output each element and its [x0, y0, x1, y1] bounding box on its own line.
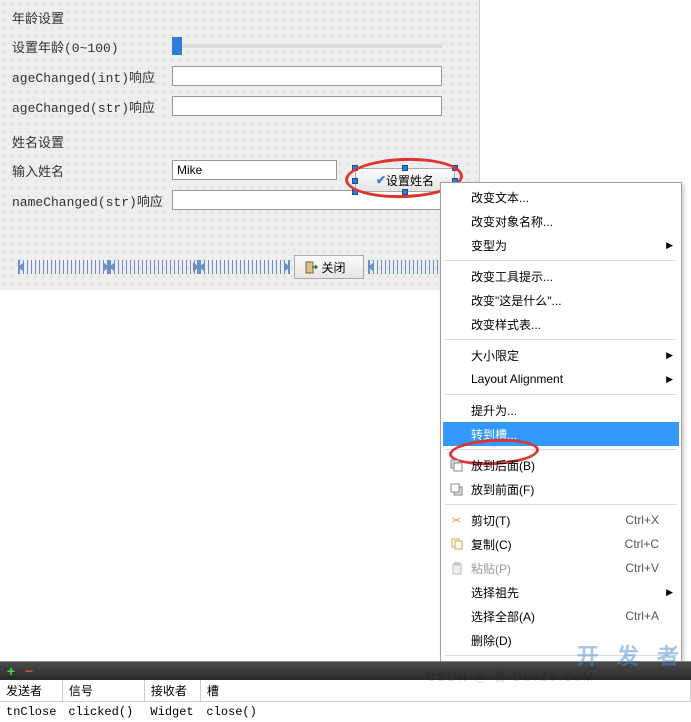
menu-change-type[interactable]: 变型为▶	[443, 233, 679, 257]
copy-icon	[449, 537, 464, 552]
menu-go-to-slot[interactable]: 转到槽...	[443, 422, 679, 446]
menu-separator	[445, 449, 677, 450]
bring-front-icon	[449, 482, 464, 497]
remove-icon[interactable]: −	[22, 664, 36, 678]
age-group-title: 年龄设置	[12, 8, 468, 27]
age-str-label: ageChanged(str)响应	[12, 97, 172, 116]
check-icon: ✔	[376, 173, 386, 187]
menu-select-ancestor[interactable]: 选择祖先▶	[443, 580, 679, 604]
context-menu: 改变文本... 改变对象名称... 变型为▶ 改变工具提示... 改变"这是什么…	[440, 182, 682, 686]
resize-handle[interactable]	[352, 189, 358, 195]
resize-handle[interactable]	[402, 189, 408, 195]
exit-icon	[305, 261, 318, 274]
menu-separator	[445, 260, 677, 261]
resize-handle[interactable]	[402, 165, 408, 171]
send-back-icon	[449, 458, 464, 473]
clipboard-icon	[449, 561, 464, 576]
horizontal-spacer[interactable]	[109, 260, 200, 274]
chevron-right-icon: ▶	[666, 587, 673, 598]
name-resp-label: nameChanged(str)响应	[12, 191, 172, 210]
menu-change-text[interactable]: 改变文本...	[443, 185, 679, 209]
age-slider-label: 设置年龄(0~100)	[12, 37, 172, 56]
scissors-icon: ✂	[449, 513, 464, 528]
resize-handle[interactable]	[352, 165, 358, 171]
age-int-field[interactable]	[172, 66, 442, 86]
menu-separator	[445, 504, 677, 505]
watermark-small: CSDN @ 会 DevZe.CoM	[427, 668, 595, 685]
chevron-right-icon: ▶	[666, 350, 673, 361]
slider-thumb[interactable]	[172, 37, 182, 55]
name-input-label: 输入姓名	[12, 161, 172, 180]
menu-send-back[interactable]: 放到后面(B)	[443, 453, 679, 477]
designer-canvas[interactable]: 年龄设置 设置年龄(0~100) ageChanged(int)响应 ageCh…	[0, 0, 480, 290]
resize-handle[interactable]	[452, 165, 458, 171]
chevron-right-icon: ▶	[666, 374, 673, 385]
menu-change-whatsthis[interactable]: 改变"这是什么"...	[443, 288, 679, 312]
col-sender[interactable]: 发送者	[0, 680, 62, 702]
add-icon[interactable]: +	[4, 664, 18, 678]
horizontal-spacer[interactable]	[18, 260, 109, 274]
menu-separator	[445, 394, 677, 395]
close-button[interactable]: 关闭	[294, 255, 364, 279]
menu-cut[interactable]: ✂剪切(T)Ctrl+X	[443, 508, 679, 532]
table-row[interactable]: tnClose clicked() Widget close()	[0, 702, 691, 722]
menu-promote[interactable]: 提升为...	[443, 398, 679, 422]
chevron-right-icon: ▶	[666, 240, 673, 251]
menu-change-object-name[interactable]: 改变对象名称...	[443, 209, 679, 233]
close-button-label: 关闭	[322, 259, 346, 276]
age-int-label: ageChanged(int)响应	[12, 67, 172, 86]
cell-receiver: Widget	[144, 702, 200, 722]
col-signal[interactable]: 信号	[62, 680, 144, 702]
signals-table: 发送者 信号 接收者 槽 tnClose clicked() Widget cl…	[0, 680, 691, 722]
horizontal-spacer[interactable]	[199, 260, 290, 274]
menu-layout-alignment[interactable]: Layout Alignment▶	[443, 367, 679, 391]
menu-change-tooltip[interactable]: 改变工具提示...	[443, 264, 679, 288]
name-group-title: 姓名设置	[12, 132, 468, 151]
resize-handle[interactable]	[352, 178, 358, 184]
age-slider[interactable]	[172, 44, 442, 48]
col-receiver[interactable]: 接收者	[144, 680, 200, 702]
menu-paste: 粘贴(P)Ctrl+V	[443, 556, 679, 580]
menu-separator	[445, 339, 677, 340]
menu-bring-front[interactable]: 放到前面(F)	[443, 477, 679, 501]
bottom-layout-row: 关闭	[18, 255, 458, 279]
menu-copy[interactable]: 复制(C)Ctrl+C	[443, 532, 679, 556]
cell-signal: clicked()	[62, 702, 144, 722]
age-str-field[interactable]	[172, 96, 442, 116]
menu-size-constraint[interactable]: 大小限定▶	[443, 343, 679, 367]
menu-select-all[interactable]: 选择全部(A)Ctrl+A	[443, 604, 679, 628]
cell-sender: tnClose	[0, 702, 62, 722]
menu-change-stylesheet[interactable]: 改变样式表...	[443, 312, 679, 336]
name-input-field[interactable]	[172, 160, 337, 180]
cell-slot: close()	[200, 702, 690, 722]
set-name-button-label: 设置姓名	[386, 172, 434, 189]
age-groupbox: 年龄设置 设置年龄(0~100) ageChanged(int)响应 ageCh…	[12, 8, 468, 123]
watermark: 开 发 者	[577, 639, 685, 671]
